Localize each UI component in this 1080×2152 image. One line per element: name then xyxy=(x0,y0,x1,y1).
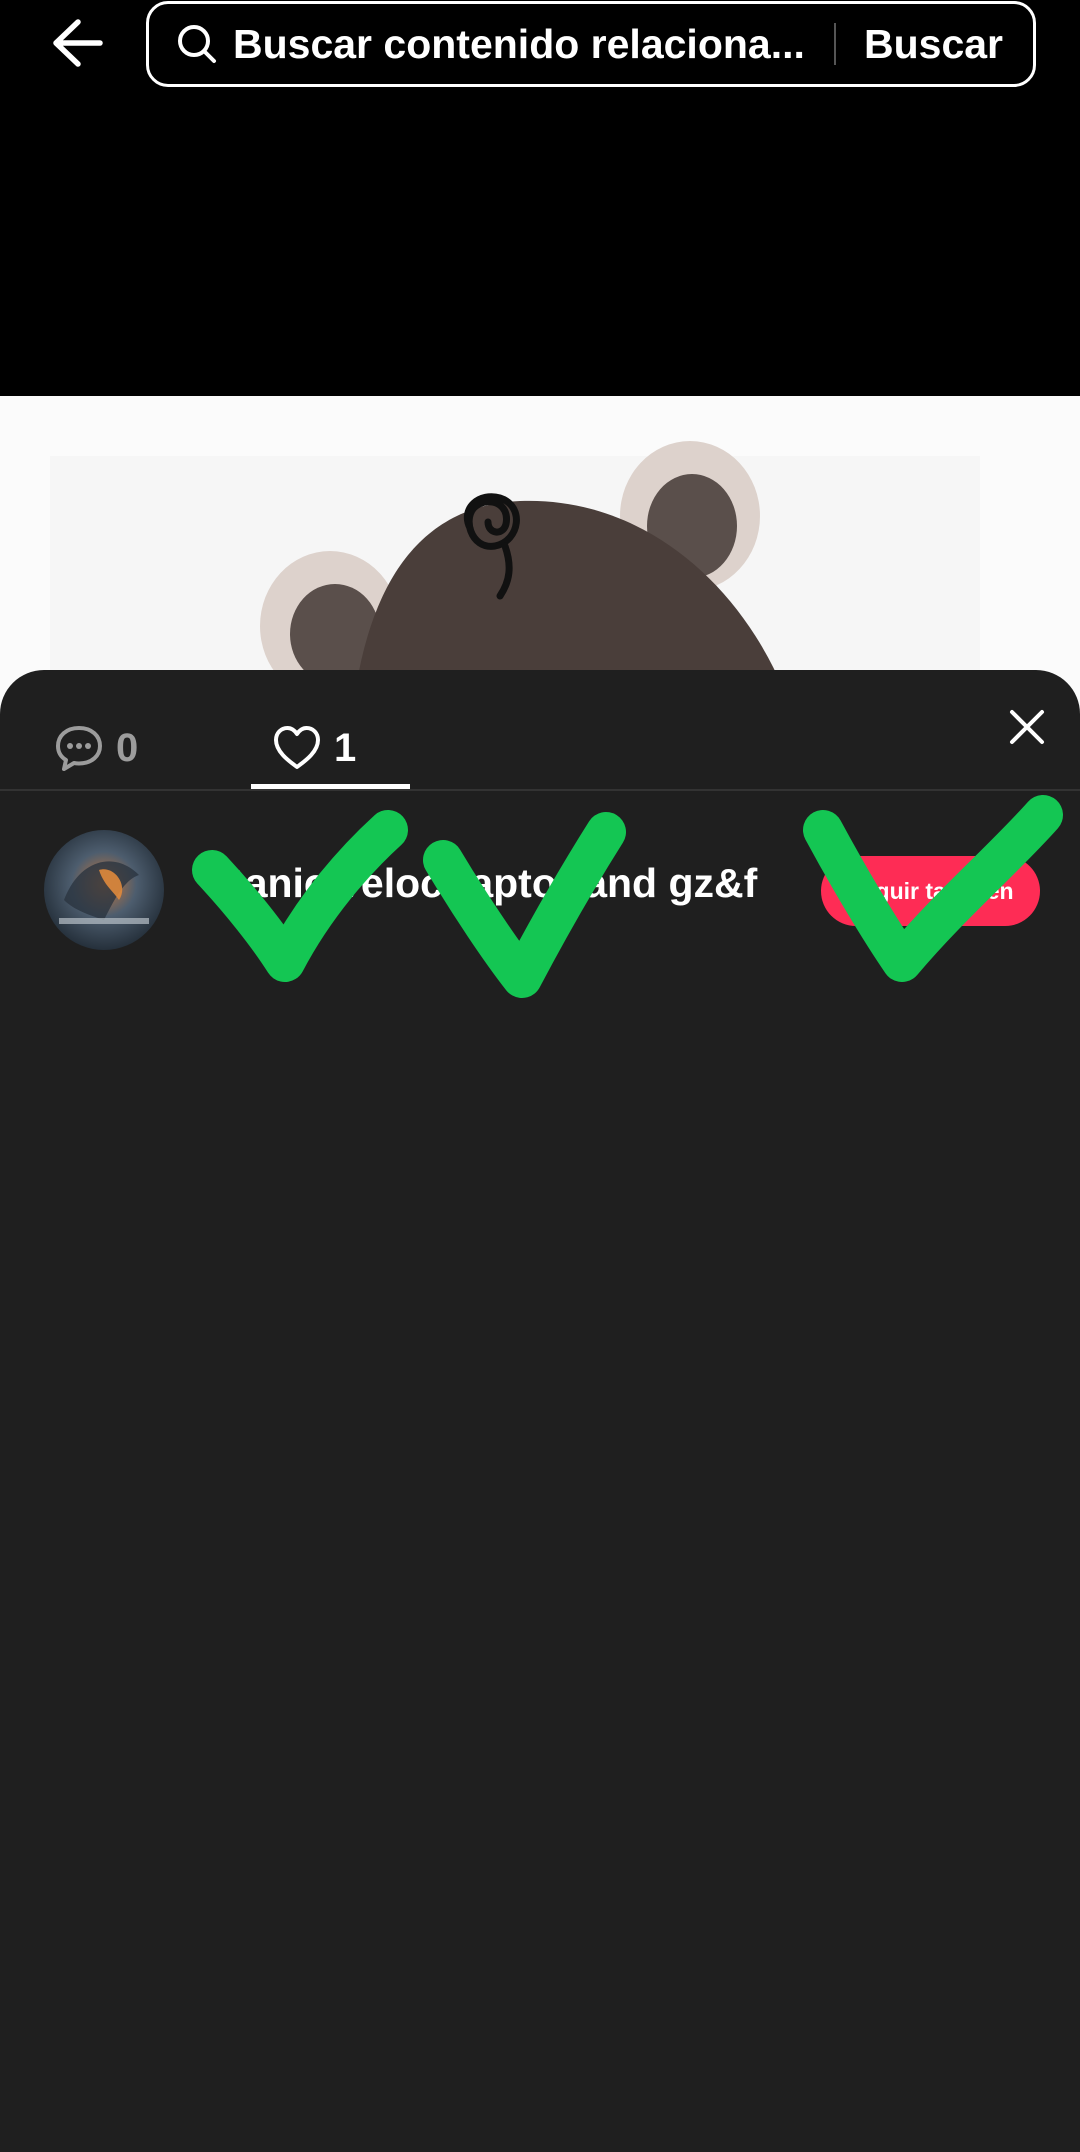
close-button[interactable] xyxy=(1002,702,1052,752)
tab-likes[interactable]: 1 xyxy=(272,706,356,790)
tab-comments[interactable]: 0 xyxy=(54,706,138,790)
follow-button[interactable]: Seguir también xyxy=(821,856,1040,926)
avatar[interactable] xyxy=(44,830,164,950)
avatar-image xyxy=(44,830,164,950)
comment-icon xyxy=(56,726,102,771)
comment-count: 0 xyxy=(116,725,139,770)
top-bar: Buscar contenido relaciona... Buscar xyxy=(0,0,1080,96)
back-button[interactable] xyxy=(44,10,110,76)
screen: Buscar contenido relaciona... Buscar 0 1… xyxy=(0,0,1080,2152)
list-item[interactable]: titanic velociraptor and gz&f Seguir tam… xyxy=(0,820,1080,950)
like-count: 1 xyxy=(334,725,357,770)
likes-sheet: 0 1 titanic velociraptor and gz&f Seguir… xyxy=(0,670,1080,2152)
search-box[interactable]: Buscar contenido relaciona... Buscar xyxy=(146,1,1036,87)
arrow-left-icon xyxy=(53,19,103,67)
username[interactable]: titanic velociraptor and gz&f xyxy=(206,860,786,907)
heart-icon xyxy=(274,726,320,769)
close-icon xyxy=(1010,710,1044,744)
search-divider xyxy=(833,23,836,65)
search-icon xyxy=(178,25,216,63)
search-input[interactable]: Buscar contenido relaciona... xyxy=(233,21,818,68)
divider xyxy=(0,789,1080,791)
search-button[interactable]: Buscar xyxy=(864,21,1003,68)
